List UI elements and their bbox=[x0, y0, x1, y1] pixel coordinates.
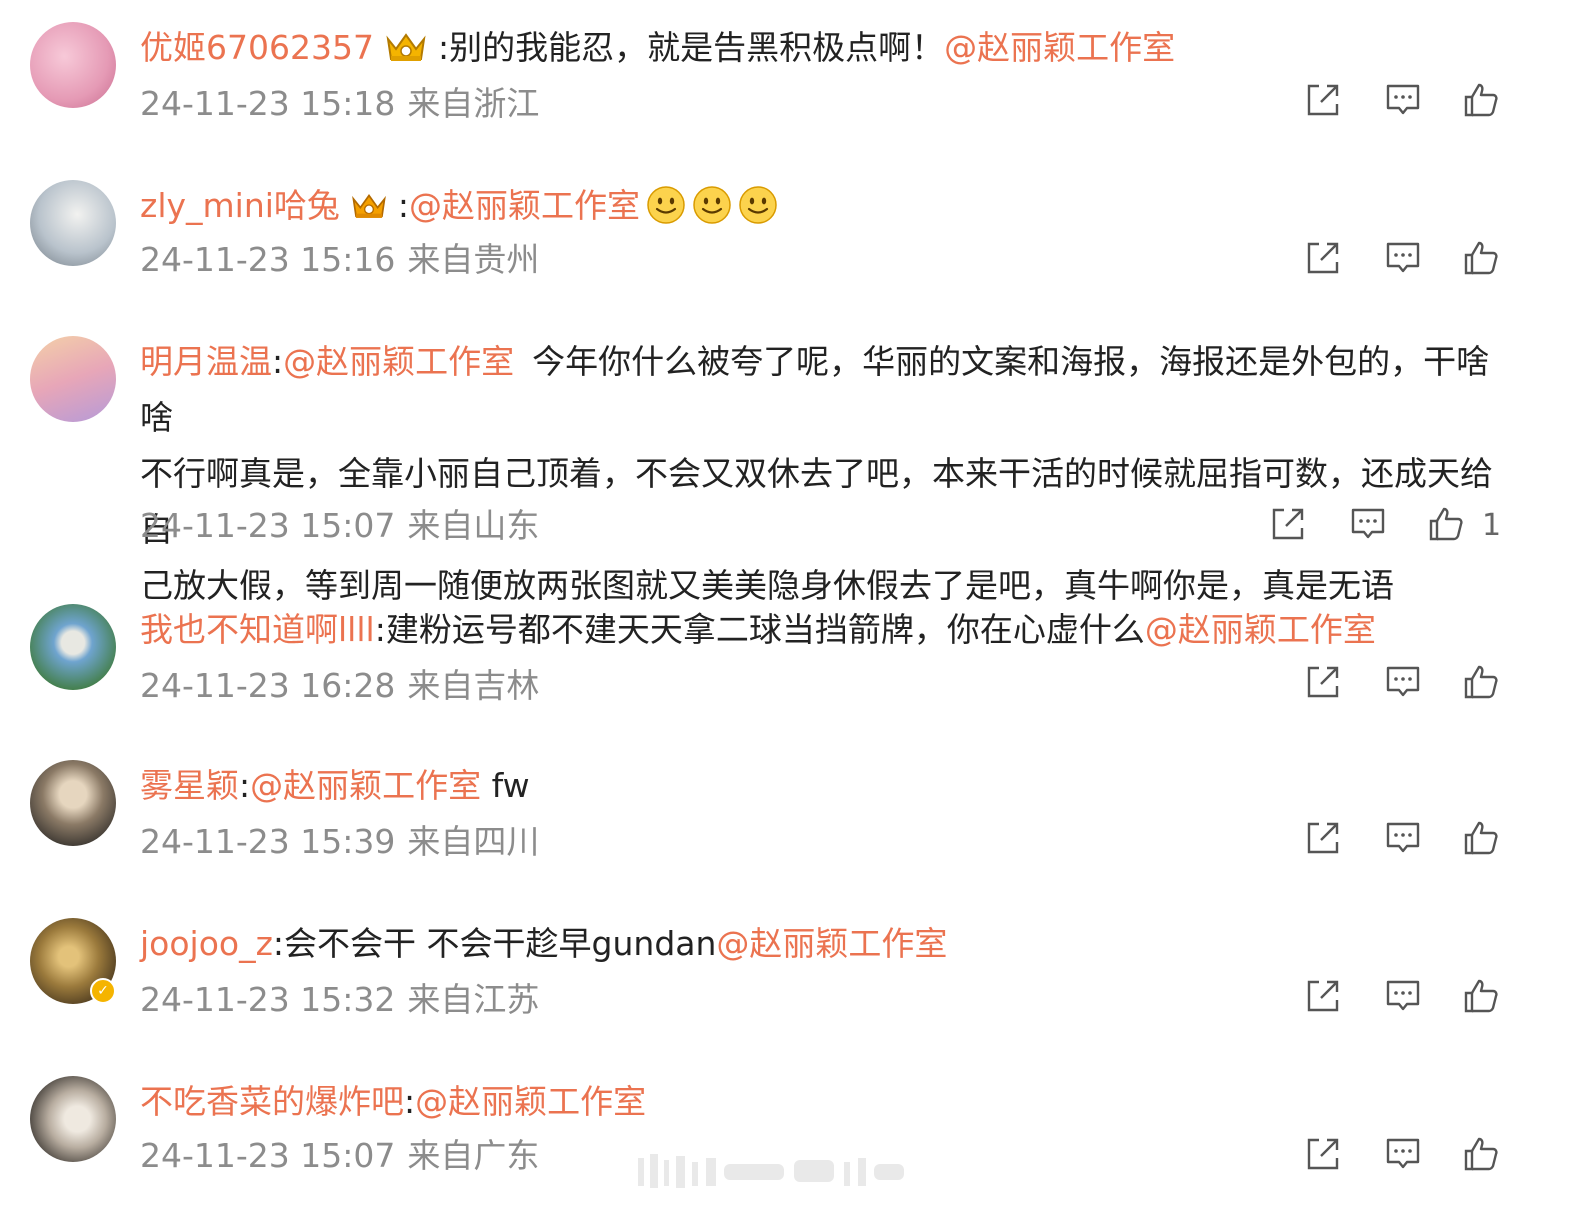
username-link[interactable]: joojoo_z bbox=[140, 924, 273, 963]
comment-icon[interactable] bbox=[1385, 820, 1421, 856]
separator: : bbox=[239, 766, 251, 805]
share-icon[interactable] bbox=[1305, 82, 1341, 118]
mention-link[interactable]: @赵丽颖工作室 bbox=[716, 924, 947, 963]
username-link[interactable]: 我也不知道啊llll bbox=[140, 610, 375, 649]
mention-link[interactable]: @赵丽颖工作室 bbox=[944, 28, 1175, 67]
action-bar bbox=[1270, 240, 1530, 280]
like-icon[interactable] bbox=[1463, 82, 1499, 118]
like-icon[interactable] bbox=[1428, 506, 1464, 542]
watermark bbox=[628, 1152, 938, 1192]
location: 来自吉林 bbox=[407, 666, 540, 705]
share-icon[interactable] bbox=[1305, 978, 1341, 1014]
comment-text: fw bbox=[481, 766, 530, 805]
timestamp: 24-11-23 15:07 bbox=[140, 506, 396, 545]
location: 来自广东 bbox=[407, 1136, 540, 1175]
comment-meta: 24-11-23 15:32 来自江苏 bbox=[140, 980, 539, 1020]
share-icon[interactable] bbox=[1270, 506, 1306, 542]
username-link[interactable]: 雾星颖 bbox=[140, 766, 239, 805]
username-link[interactable]: 不吃香菜的爆炸吧 bbox=[140, 1082, 404, 1121]
avatar[interactable] bbox=[30, 336, 116, 422]
comment-icon[interactable] bbox=[1385, 240, 1421, 276]
username-link[interactable]: 明月温温 bbox=[140, 342, 272, 381]
comment-icon[interactable] bbox=[1385, 664, 1421, 700]
location: 来自江苏 bbox=[407, 980, 540, 1019]
action-bar bbox=[1270, 664, 1530, 704]
timestamp: 24-11-23 15:39 bbox=[140, 822, 396, 861]
timestamp: 24-11-23 15:32 bbox=[140, 980, 396, 1019]
share-icon[interactable] bbox=[1305, 820, 1341, 856]
comment-body: 明月温温:@赵丽颖工作室 今年你什么被夸了呢，华丽的文案和海报，海报还是外包的，干… bbox=[140, 334, 1520, 614]
comment-body: 优姬67062357:别的我能忍，就是告黑积极点啊！@赵丽颖工作室 bbox=[140, 20, 1520, 80]
comment-icon[interactable] bbox=[1385, 978, 1421, 1014]
comment-body: 不吃香菜的爆炸吧:@赵丽颖工作室 bbox=[140, 1074, 1520, 1130]
like-icon[interactable] bbox=[1463, 820, 1499, 856]
comment-body: joojoo_z:会不会干 不会干趁早gundan@赵丽颖工作室 bbox=[140, 916, 1520, 972]
comment-icon[interactable] bbox=[1385, 82, 1421, 118]
separator: : bbox=[437, 28, 450, 67]
separator: : bbox=[374, 610, 386, 649]
timestamp: 24-11-23 15:18 bbox=[140, 84, 396, 123]
avatar[interactable] bbox=[30, 604, 116, 690]
comment-meta: 24-11-23 15:39 来自四川 bbox=[140, 822, 539, 862]
mention-link[interactable]: @赵丽颖工作室 bbox=[409, 186, 640, 225]
mention-link[interactable]: @赵丽颖工作室 bbox=[250, 766, 481, 805]
comment-body: 我也不知道啊llll:建粉运号都不建天天拿二球当挡箭牌，你在心虚什么@赵丽颖工作… bbox=[140, 602, 1520, 658]
action-bar bbox=[1270, 978, 1530, 1018]
comment-meta: 24-11-23 15:07 来自山东 bbox=[140, 506, 539, 546]
crown-badge-icon bbox=[350, 182, 388, 238]
share-icon[interactable] bbox=[1305, 1136, 1341, 1172]
smile-emoji-icon bbox=[738, 185, 778, 242]
like-icon[interactable] bbox=[1463, 1136, 1499, 1172]
comment-meta: 24-11-23 15:18 来自浙江 bbox=[140, 84, 539, 124]
separator: : bbox=[397, 186, 410, 225]
smile-emoji-icon bbox=[692, 185, 732, 242]
location: 来自浙江 bbox=[407, 84, 540, 123]
mention-link[interactable]: @赵丽颖工作室 bbox=[415, 1082, 646, 1121]
mention-link[interactable]: @赵丽颖工作室 bbox=[1145, 610, 1376, 649]
timestamp: 24-11-23 16:28 bbox=[140, 666, 396, 705]
action-bar bbox=[1270, 1136, 1530, 1176]
mention-link[interactable]: @赵丽颖工作室 bbox=[283, 342, 514, 381]
comment-body: zly_mini哈兔:@赵丽颖工作室 bbox=[140, 178, 1520, 242]
comment-text: 别的我能忍，就是告黑积极点啊！ bbox=[449, 28, 945, 67]
like-icon[interactable] bbox=[1463, 978, 1499, 1014]
avatar[interactable] bbox=[30, 22, 116, 108]
like-count: 1 bbox=[1482, 508, 1502, 543]
action-bar: 1 bbox=[1270, 506, 1530, 546]
share-icon[interactable] bbox=[1305, 240, 1341, 276]
separator: : bbox=[404, 1082, 416, 1121]
smile-emoji-icon bbox=[646, 185, 686, 242]
verified-badge-icon: ✓ bbox=[90, 978, 116, 1004]
comment-text: 建粉运号都不建天天拿二球当挡箭牌，你在心虚什么 bbox=[385, 610, 1145, 649]
username-link[interactable]: 优姬67062357 bbox=[140, 28, 374, 67]
separator: : bbox=[272, 924, 285, 963]
share-icon[interactable] bbox=[1305, 664, 1341, 700]
avatar[interactable] bbox=[30, 760, 116, 846]
like-icon[interactable] bbox=[1463, 664, 1499, 700]
avatar[interactable] bbox=[30, 180, 116, 266]
location: 来自山东 bbox=[407, 506, 540, 545]
separator: : bbox=[272, 342, 284, 381]
comment-icon[interactable] bbox=[1350, 506, 1386, 542]
comment-meta: 24-11-23 15:07 来自广东 bbox=[140, 1136, 539, 1176]
username-link[interactable]: zly_mini哈兔 bbox=[140, 186, 340, 225]
comment-icon[interactable] bbox=[1385, 1136, 1421, 1172]
timestamp: 24-11-23 15:07 bbox=[140, 1136, 396, 1175]
comment-line: 明月温温:@赵丽颖工作室 今年你什么被夸了呢，华丽的文案和海报，海报还是外包的，干… bbox=[140, 334, 1520, 446]
location: 来自四川 bbox=[407, 822, 540, 861]
action-bar bbox=[1270, 82, 1530, 122]
avatar[interactable] bbox=[30, 1076, 116, 1162]
like-icon[interactable] bbox=[1463, 240, 1499, 276]
comment-text: 会不会干 不会干趁早gundan bbox=[284, 924, 717, 963]
crown-badge-icon bbox=[384, 24, 428, 80]
comment-meta: 24-11-23 15:16 来自贵州 bbox=[140, 240, 539, 280]
comment-meta: 24-11-23 16:28 来自吉林 bbox=[140, 666, 539, 706]
action-bar bbox=[1270, 820, 1530, 860]
comment-body: 雾星颖:@赵丽颖工作室 fw bbox=[140, 758, 1520, 814]
timestamp: 24-11-23 15:16 bbox=[140, 240, 396, 279]
location: 来自贵州 bbox=[407, 240, 540, 279]
